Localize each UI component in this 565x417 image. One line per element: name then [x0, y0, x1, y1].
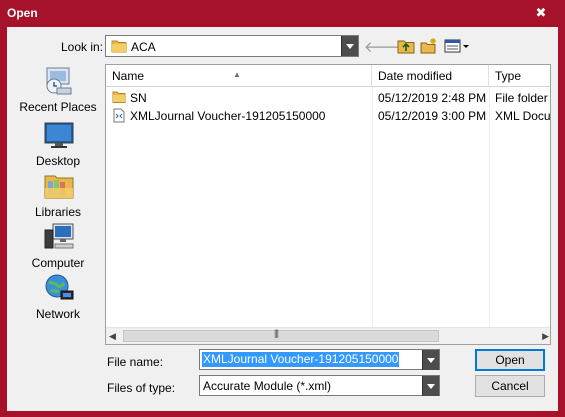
column-header-label: Date modified [378, 69, 453, 83]
file-row[interactable]: SN 05/12/2019 2:48 PM File folder [106, 89, 550, 107]
places-bar: Recent Places Desktop Libraries Computer [13, 66, 103, 336]
place-label: Recent Places [19, 100, 97, 114]
cancel-button[interactable]: Cancel [475, 375, 545, 397]
column-header-label: Type [495, 69, 522, 83]
place-label: Libraries [34, 205, 82, 219]
file-row[interactable]: XMLJournal Voucher-191205150000 05/12/20… [106, 107, 551, 126]
file-name: XMLJournal Voucher-191205150000 [130, 109, 326, 123]
look-in-value: ACA [131, 40, 156, 54]
look-in-label: Look in: [61, 40, 104, 54]
chevron-down-icon[interactable] [422, 376, 439, 396]
file-date: 05/12/2019 3:00 PM [378, 109, 487, 123]
file-name-combo[interactable]: XMLJournal Voucher-191205150000 [199, 349, 440, 370]
network-icon [43, 273, 75, 303]
view-menu-icon[interactable] [443, 37, 471, 55]
place-libraries[interactable]: Libraries [13, 171, 103, 219]
dialog-body: Look in: ACA 🡐 Recent Places Desktop Lib… [7, 27, 558, 411]
column-header-type[interactable]: Type [489, 65, 550, 87]
grip-icon: ||| [274, 328, 279, 338]
chevron-down-icon[interactable] [422, 350, 439, 370]
file-date: 05/12/2019 2:48 PM [378, 91, 487, 105]
open-button[interactable]: Open [475, 349, 545, 371]
file-type: File folder [495, 91, 548, 105]
file-name-label: File name: [107, 355, 164, 369]
sort-up-icon: ▲ [233, 70, 241, 79]
file-type-value: Accurate Module (*.xml) [203, 379, 332, 393]
horizontal-scrollbar[interactable]: ◀ ||| ▶ [106, 327, 550, 344]
dialog-title: Open [7, 6, 38, 20]
place-label: Network [35, 307, 80, 321]
column-header-label: Name [112, 69, 145, 83]
libraries-icon [43, 171, 75, 201]
place-computer[interactable]: Computer [13, 222, 103, 270]
column-header-name[interactable]: Name ▲ [106, 65, 372, 87]
chevron-down-icon[interactable] [341, 36, 358, 56]
recent-places-icon [43, 66, 75, 96]
place-network[interactable]: Network [13, 273, 103, 321]
folder-icon [111, 39, 127, 56]
xml-file-icon [112, 108, 126, 126]
open-dialog: Open ✖ Look in: ACA 🡐 Recent Places Desk… [0, 0, 565, 417]
column-header-date-modified[interactable]: Date modified [372, 65, 489, 87]
place-desktop[interactable]: Desktop [13, 120, 103, 168]
title-bar[interactable]: Open ✖ [0, 0, 565, 27]
desktop-icon [43, 120, 75, 150]
look-in-dropdown[interactable]: ACA [105, 35, 359, 57]
scrollbar-thumb[interactable]: ||| [123, 328, 439, 342]
file-list-header: Name ▲ Date modified Type [106, 65, 550, 87]
file-name: SN [130, 91, 147, 105]
place-label: Computer [31, 256, 85, 270]
scroll-right-icon[interactable]: ▶ [542, 331, 549, 342]
new-folder-icon[interactable] [420, 37, 438, 55]
place-label: Desktop [35, 154, 81, 168]
file-type: XML Docum [495, 109, 551, 123]
place-recent-places[interactable]: Recent Places [13, 66, 103, 114]
file-type-label: Files of type: [107, 381, 176, 395]
file-name-input[interactable]: XMLJournal Voucher-191205150000 [202, 352, 400, 367]
back-arrow-icon[interactable]: 🡐 [364, 37, 404, 56]
close-button[interactable]: ✖ [531, 3, 551, 23]
file-list[interactable]: Name ▲ Date modified Type SN 05/12/2019 … [105, 64, 551, 345]
file-type-dropdown[interactable]: Accurate Module (*.xml) [199, 375, 440, 396]
up-folder-icon[interactable] [397, 37, 415, 55]
computer-icon [43, 222, 75, 252]
folder-icon [112, 90, 126, 107]
scroll-left-icon[interactable]: ◀ [109, 331, 116, 342]
